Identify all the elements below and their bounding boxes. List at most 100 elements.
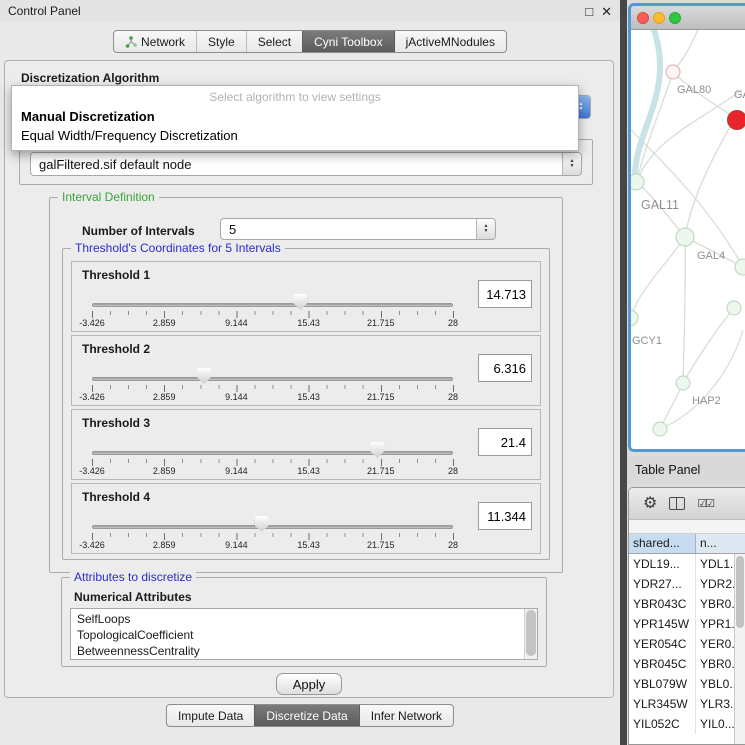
table-row[interactable]: YBL079W YBL0... [629,674,745,694]
tab-infer-network[interactable]: Infer Network [359,705,453,726]
table-row[interactable]: YDL19... YDL1... [629,554,745,574]
slider-thumb[interactable] [196,368,211,384]
scrollbar-thumb[interactable] [526,610,536,656]
threshold-label: Threshold 2 [82,342,150,356]
list-item[interactable]: SelfLoops [77,611,519,627]
combobox-stepper-icon[interactable]: ▲▼ [562,153,581,175]
table-cell: YBR043C [629,594,696,614]
table-cell: YPR145W [629,614,696,634]
table-cell: YLR345W [629,694,696,714]
slider-thumb[interactable] [293,294,308,310]
tab-impute-data[interactable]: Impute Data [167,705,254,726]
table-cell: YDL19... [629,554,696,574]
thresholds-group: Threshold's Coordinates for 5 Intervals … [62,248,550,560]
threshold-4-panel: Threshold 4 -3.426 2.859 9.144 15.43 [71,483,541,554]
node[interactable] [666,65,680,79]
tab-cyni-toolbox[interactable]: Cyni Toolbox [302,31,393,52]
numerical-attributes-list[interactable]: SelfLoops TopologicalCoefficient Between… [70,608,538,660]
scrollbar-thumb[interactable] [736,556,744,628]
interval-definition-legend: Interval Definition [58,190,159,204]
columns-icon[interactable] [669,497,685,510]
gear-icon[interactable]: ⚙ [643,496,657,512]
column-header-shared-name[interactable]: shared... [629,534,696,553]
node[interactable] [727,301,741,315]
network-view-window: GAL80 GAL11 GAL4 GCY1 HAP2 GA [628,3,745,452]
algorithm-dropdown-popup: Select algorithm to view settings Manual… [11,85,579,151]
table-row[interactable]: YIL052C YIL0... [629,714,745,734]
slider-track[interactable] [92,303,453,307]
threshold-4-slider[interactable]: -3.426 2.859 9.144 15.43 21.715 28 [92,506,453,552]
table-row[interactable]: YBR043C YBR0... [629,594,745,614]
tab-style[interactable]: Style [196,31,246,52]
attributes-legend: Attributes to discretize [70,570,196,584]
table-row[interactable]: YLR345W YLR3... [629,694,745,714]
threshold-3-slider[interactable]: -3.426 2.859 9.144 15.43 21.715 28 [92,432,453,478]
network-window-titlebar[interactable] [631,6,745,30]
right-area: GAL80 GAL11 GAL4 GCY1 HAP2 GA Table Pane… [627,0,745,745]
threshold-1-value-field[interactable]: 14.713 [478,280,532,308]
threshold-label: Threshold 1 [82,268,150,282]
threshold-1-slider[interactable]: -3.426 2.859 9.144 15.43 21.715 28 [92,284,453,330]
table-panel-title: Table Panel [635,463,700,477]
threshold-2-panel: Threshold 2 -3.426 2.859 9.144 15.43 [71,335,541,406]
discretization-algorithm-label: Discretization Algorithm [21,71,159,85]
minimize-button[interactable] [653,12,665,24]
interval-definition-group: Interval Definition Number of Intervals … [49,197,563,573]
slider-thumb[interactable] [370,442,385,458]
table-cell: YDR27... [629,574,696,594]
tab-label: Discretize Data [266,709,347,723]
slider-track[interactable] [92,525,453,529]
node[interactable] [631,310,638,326]
table-scrollbar[interactable] [734,554,745,744]
panel-splitter[interactable] [620,0,627,745]
close-panel-icon[interactable]: ✕ [601,5,612,18]
zoom-button[interactable] [669,12,681,24]
table-toolbar: ⚙ ☑☑ [629,488,745,520]
table-panel-window: ⚙ ☑☑ shared... n... YDL19... YDL1... YDR… [628,487,745,745]
list-item[interactable]: BetweennessCentrality [77,643,519,659]
float-window-icon[interactable]: □ [585,5,593,18]
list-scrollbar[interactable] [524,609,537,659]
screen: Control Panel □ ✕ Network Style Select [0,0,745,745]
slider-thumb[interactable] [254,516,269,532]
close-button[interactable] [637,12,649,24]
table-data-combobox[interactable]: galFiltered.sif default node ▲▼ [30,152,582,176]
algorithm-option-equal-width[interactable]: Equal Width/Frequency Discretization [12,126,578,145]
control-panel-titlebar: Control Panel □ ✕ [0,0,620,22]
threshold-4-value-field[interactable]: 11.344 [478,502,532,530]
table-row[interactable]: YBR045C YBR0... [629,654,745,674]
node[interactable] [653,422,667,436]
algorithm-popup-placeholder: Select algorithm to view settings [12,86,578,107]
combobox-stepper-icon[interactable]: ▲▼ [476,219,495,239]
node[interactable] [676,376,690,390]
slider-ticks-major [92,311,455,318]
node[interactable] [735,259,745,275]
slider-track[interactable] [92,451,453,455]
checkbox-select-icons[interactable]: ☑☑ [697,497,713,510]
algorithm-option-manual[interactable]: Manual Discretization [12,107,578,126]
selected-node[interactable] [728,111,745,130]
tab-network[interactable]: Network [114,31,196,52]
threshold-2-value-field[interactable]: 6.316 [478,354,532,382]
node[interactable] [676,228,694,246]
slider-ticks-major [92,385,455,392]
tab-discretize-data[interactable]: Discretize Data [254,705,358,726]
tab-jactivemnodules[interactable]: jActiveMNodules [394,31,506,52]
table-row[interactable]: YER054C YER0... [629,634,745,654]
slider-track[interactable] [92,377,453,381]
node-label: GAL11 [641,198,679,212]
table-row[interactable]: YDR27... YDR2... [629,574,745,594]
threshold-2-slider[interactable]: -3.426 2.859 9.144 15.43 21.715 28 [92,358,453,404]
table-cell: YBR045C [629,654,696,674]
threshold-1-panel: Threshold 1 -3.426 2.859 9.144 15.43 [71,261,541,332]
list-item[interactable]: TopologicalCoefficient [77,627,519,643]
number-of-intervals-combobox[interactable]: 5 ▲▼ [220,218,496,240]
apply-button[interactable]: Apply [276,673,342,695]
column-header-name[interactable]: n... [696,534,745,553]
tab-select[interactable]: Select [246,31,302,52]
threshold-3-value-field[interactable]: 21.4 [478,428,532,456]
network-canvas[interactable]: GAL80 GAL11 GAL4 GCY1 HAP2 GA [631,30,745,449]
thresholds-legend: Threshold's Coordinates for 5 Intervals [71,241,285,255]
node[interactable] [631,174,644,190]
table-row[interactable]: YPR145W YPR1... [629,614,745,634]
